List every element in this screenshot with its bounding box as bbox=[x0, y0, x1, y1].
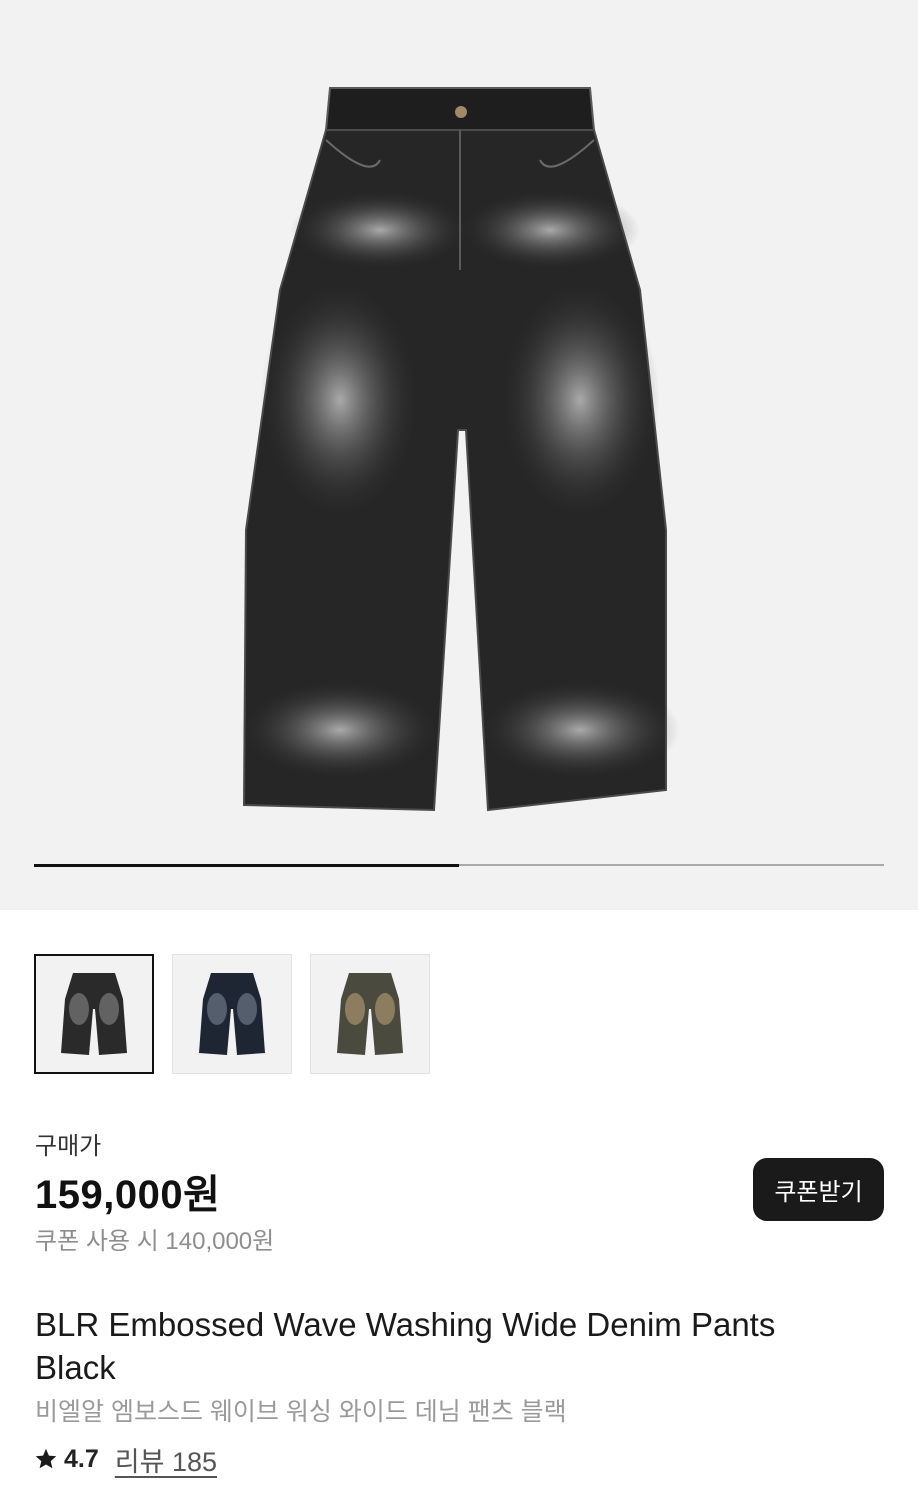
review-count-link[interactable]: 리뷰 185 bbox=[115, 1440, 217, 1479]
coupon-price: 쿠폰 사용 시 140,000원 bbox=[35, 1228, 275, 1255]
rating-row: 4.7 리뷰 185 bbox=[34, 1440, 217, 1479]
product-title-en: BLR Embossed Wave Washing Wide Denim Pan… bbox=[35, 1306, 776, 1386]
rating-value: 4.7 bbox=[64, 1444, 99, 1473]
thumbnail-black[interactable] bbox=[34, 954, 154, 1074]
product-image bbox=[240, 87, 680, 812]
product-title-ko: 비엘알 엠보스드 웨이브 워싱 와이드 데님 팬츠 블랙 bbox=[35, 1398, 567, 1426]
thumbnail-brown[interactable] bbox=[310, 954, 430, 1074]
jeans-thumb-image bbox=[337, 973, 403, 1055]
thumbnail-strip bbox=[34, 954, 430, 1074]
jeans-thumb-image bbox=[199, 973, 265, 1055]
price: 159,000원 bbox=[35, 1173, 221, 1217]
jeans-thumb-image bbox=[61, 973, 127, 1055]
star-icon bbox=[35, 1448, 57, 1469]
thumbnail-blue-black[interactable] bbox=[172, 954, 292, 1074]
gallery-progress-track bbox=[34, 863, 884, 867]
gallery-progress-fill bbox=[34, 863, 459, 867]
product-gallery[interactable] bbox=[0, 0, 918, 910]
price-label: 구매가 bbox=[35, 1133, 102, 1160]
coupon-button[interactable]: 쿠폰받기 bbox=[753, 1158, 884, 1221]
